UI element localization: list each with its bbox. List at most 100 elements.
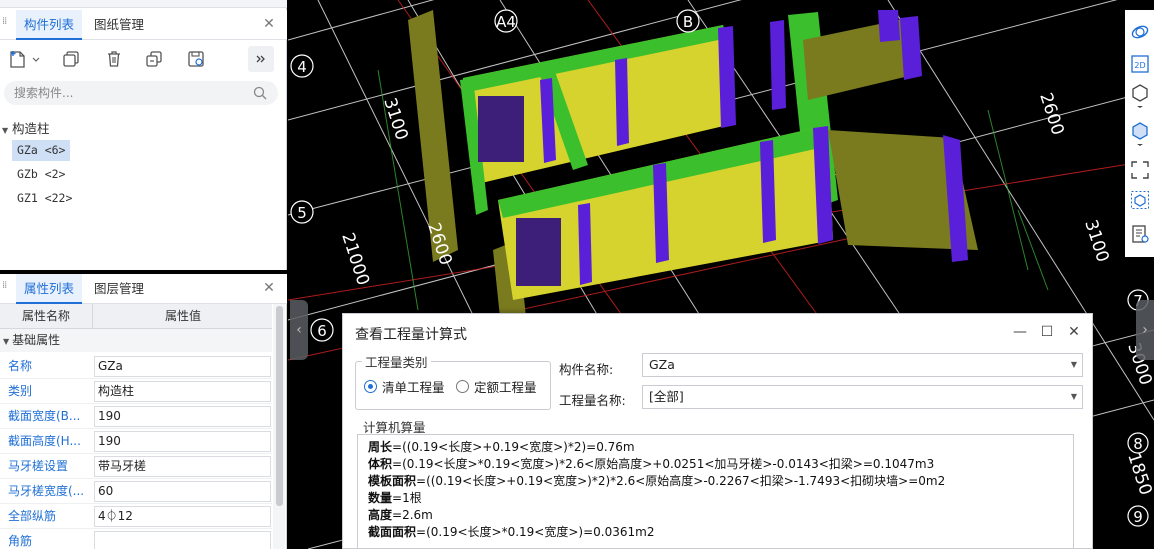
collapse-right-handle[interactable]: › [1136, 300, 1154, 360]
radio-quota-quantity[interactable]: 定额工程量 [456, 377, 537, 396]
caret-down-icon[interactable]: ▼ [3, 337, 9, 346]
fullscreen-icon [1131, 161, 1149, 179]
property-row: 马牙槎宽度(... 60 [0, 479, 272, 504]
formula-line: 模板面积=((0.19<长度>+0.19<宽度>)*2)*2.6<原始高度>-0… [368, 473, 1063, 490]
minimize-icon[interactable]: — [1010, 322, 1030, 342]
property-table-header: 属性名称 属性值 [0, 304, 272, 329]
rotate-view-button[interactable] [1128, 20, 1152, 44]
property-name: 类别 [8, 384, 33, 398]
property-panel-tabs: ⁞⁞ 属性列表 图层管理 ✕ [0, 274, 287, 304]
column-top-right [878, 10, 900, 42]
cube-solid-icon [1132, 122, 1148, 146]
collapse-left-handle[interactable]: ‹ [290, 300, 308, 360]
select-value: GZa [649, 357, 675, 372]
drag-grip-icon[interactable]: ⁞⁞ [2, 17, 8, 32]
formula-key: 周长 [368, 440, 393, 454]
tab-property-list[interactable]: 属性列表 [16, 274, 83, 304]
formula-line: 周长=((0.19<长度>+0.19<宽度>)*2)=0.76m [368, 439, 1063, 456]
close-icon[interactable]: ✕ [261, 280, 277, 296]
tree-node-construction-column[interactable]: ▼ 构造柱 [2, 118, 50, 137]
component-name-label: 构件名称: [559, 362, 614, 377]
trash-icon [108, 51, 120, 67]
dimension-1850: 1850 [1123, 450, 1154, 497]
save-component-button[interactable] [182, 46, 210, 72]
property-name: 截面宽度(B... [8, 409, 81, 423]
search-input[interactable] [4, 81, 234, 105]
view-toolbar: 2D [1125, 10, 1154, 257]
axis-label-5: 5 [297, 204, 307, 222]
fullscreen-button[interactable] [1128, 158, 1152, 182]
axis-label-4: 4 [297, 58, 307, 76]
property-value-field[interactable]: 带马牙槎 [94, 456, 271, 477]
radio-dot[interactable] [456, 380, 469, 393]
caret-down-icon[interactable]: ▼ [2, 126, 12, 135]
copy-component-button[interactable] [57, 46, 85, 72]
more-tools-button[interactable] [248, 46, 274, 72]
header-property-value: 属性值 [164, 309, 201, 323]
property-name: 名称 [8, 359, 33, 373]
quantity-name-label: 工程量名称: [559, 393, 626, 408]
property-name: 马牙槎设置 [8, 459, 69, 473]
layer-copy-button[interactable] [140, 46, 168, 72]
3d-view-button[interactable] [1128, 84, 1152, 108]
solid-view-button[interactable] [1128, 122, 1152, 146]
radio-label: 定额工程量 [474, 380, 537, 395]
formula-expr: =2.6m [392, 508, 433, 522]
property-value-field[interactable] [94, 531, 271, 549]
close-icon[interactable]: ✕ [261, 16, 277, 32]
formula-expr: =(0.19<长度>*0.19<宽度>)=0.0361m2 [416, 525, 655, 539]
tab-component-list[interactable]: 构件列表 [16, 10, 83, 40]
property-value-field[interactable]: 60 [94, 481, 271, 502]
maximize-icon[interactable]: ☐ [1037, 322, 1057, 342]
tree-item-gzb[interactable]: GZb <2> [12, 164, 70, 185]
chevron-down-icon[interactable]: ▼ [1071, 354, 1077, 376]
component-name-select[interactable]: GZa ▼ [642, 353, 1083, 377]
radio-dot[interactable] [364, 380, 377, 393]
property-row: 全部纵筋 4⏀12 [0, 504, 272, 529]
property-scrollbar[interactable] [273, 304, 285, 549]
save-icon [188, 51, 204, 67]
dynamic-observe-button[interactable] [1128, 188, 1152, 212]
search-icon[interactable] [252, 85, 268, 101]
quantity-name-select[interactable]: [全部] ▼ [642, 385, 1083, 409]
close-icon[interactable]: ✕ [1064, 322, 1084, 342]
svg-text:2D: 2D [1134, 61, 1145, 70]
delete-component-button[interactable] [100, 46, 128, 72]
axis-label-9: 9 [1133, 508, 1143, 526]
property-row: 名称 GZa [0, 354, 272, 379]
tab-drawing-management[interactable]: 图纸管理 [86, 10, 152, 40]
property-value-field[interactable]: GZa [94, 356, 271, 377]
component-panel-tabs: ⁞⁞ 构件列表 图纸管理 ✕ [0, 10, 287, 40]
drag-grip-icon[interactable]: ⁞⁞ [2, 281, 8, 296]
window-front [516, 218, 561, 286]
dimension-3100-left: 3100 [379, 95, 411, 142]
tree-item-gz1[interactable]: GZ1 <22> [12, 188, 77, 209]
calculation-formula-box[interactable]: 周长=((0.19<长度>+0.19<宽度>)*2)=0.76m 体积=(0.1… [357, 434, 1074, 549]
column-front-1 [578, 203, 592, 285]
2d-view-button[interactable]: 2D [1128, 52, 1152, 76]
tab-layer-management[interactable]: 图层管理 [86, 274, 152, 304]
scrollbar-thumb[interactable] [276, 306, 283, 506]
axis-label-6: 6 [317, 322, 327, 340]
property-value-field[interactable]: 构造柱 [94, 381, 271, 402]
new-component-button[interactable] [6, 46, 46, 72]
view-quantity-formula-dialog: 查看工程量计算式 — ☐ ✕ 工程量类别 清单工程量 定额工程量 构件名称: G… [342, 313, 1093, 549]
property-value-field[interactable]: 4⏀12 [94, 506, 271, 527]
2d-icon: 2D [1131, 55, 1149, 73]
chevron-down-icon[interactable]: ▼ [1071, 386, 1077, 408]
quantity-type-group: 工程量类别 清单工程量 定额工程量 [355, 352, 551, 410]
property-group-basic[interactable]: ▼ 基础属性 [0, 329, 272, 352]
dimension-21000: 21000 [337, 230, 373, 288]
tree-item-gza[interactable]: GZa <6> [12, 140, 71, 161]
formula-key: 高度 [368, 508, 393, 522]
select-value: [全部] [649, 389, 684, 404]
property-value-field[interactable]: 190 [94, 431, 271, 452]
property-name: 截面高度(H... [8, 434, 81, 448]
property-value-field[interactable]: 190 [94, 406, 271, 427]
radio-list-quantity[interactable]: 清单工程量 [364, 377, 445, 396]
component-search [4, 81, 278, 105]
report-view-button[interactable] [1128, 222, 1152, 246]
layer-copy-icon [146, 51, 162, 67]
property-row: 马牙槎设置 带马牙槎 [0, 454, 272, 479]
chevron-right-double-icon [256, 55, 265, 63]
